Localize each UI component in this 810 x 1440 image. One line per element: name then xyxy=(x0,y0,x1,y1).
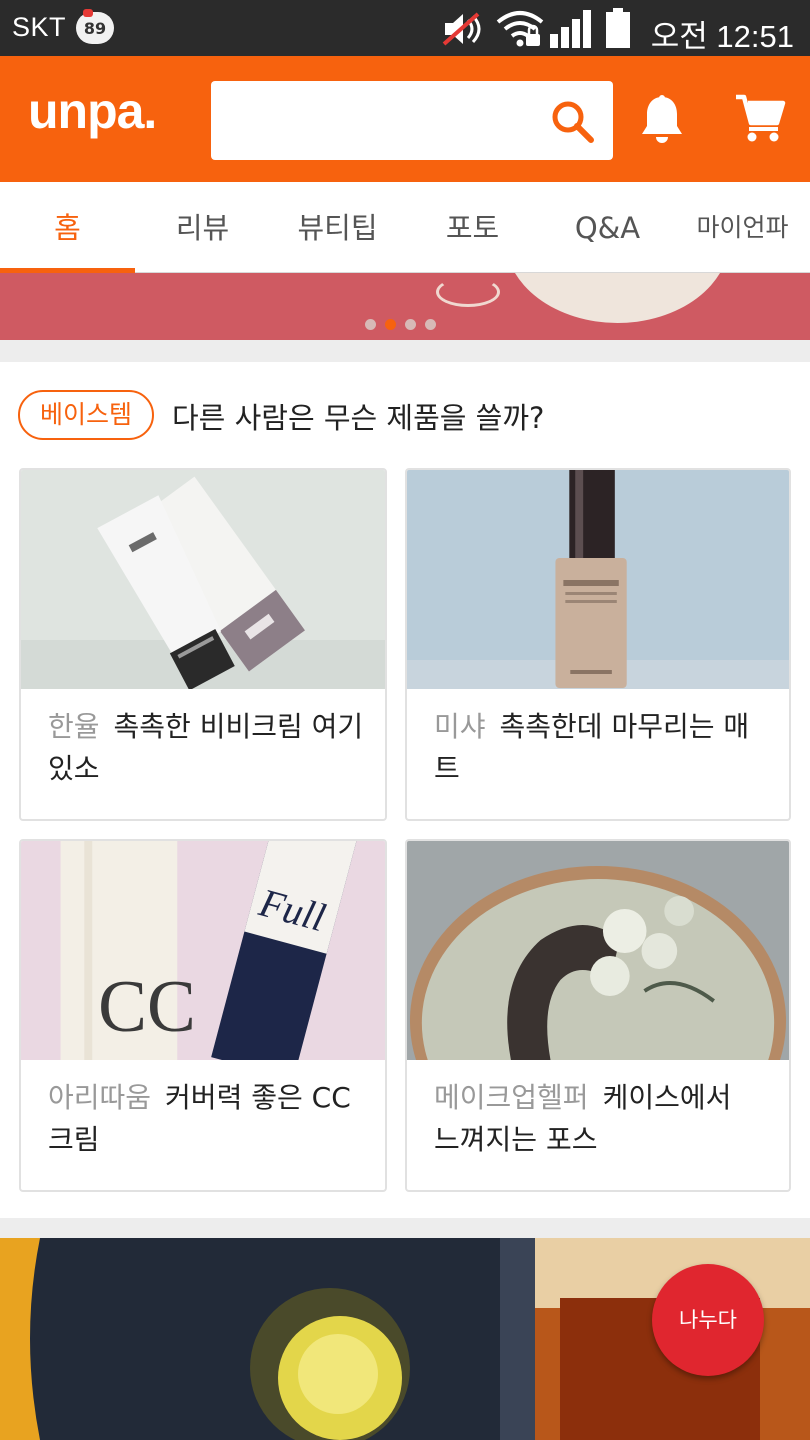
search-input[interactable] xyxy=(225,97,535,143)
cushion-compact-photo xyxy=(407,841,789,1060)
tab-home[interactable]: 홈 xyxy=(0,182,135,272)
unpa-logo[interactable]: unpa. xyxy=(28,82,157,140)
card-brand: 한율 xyxy=(48,710,100,743)
foundation-bottle-photo xyxy=(407,470,789,689)
tab-beauty-tip[interactable]: 뷰티팁 xyxy=(270,182,405,272)
app-header: unpa. xyxy=(0,56,810,182)
search-bar[interactable] xyxy=(211,81,613,160)
carousel-dot[interactable] xyxy=(365,319,376,330)
card-caption: 메이크업헬퍼 케이스에서 느껴지는 포스 xyxy=(434,1077,754,1161)
tab-photo[interactable]: 포토 xyxy=(405,182,540,272)
notification-badge: 89 xyxy=(76,12,114,44)
banner-carousel[interactable] xyxy=(0,273,810,340)
product-card[interactable]: 미샤 촉촉한데 마무리는 매트 xyxy=(405,468,791,821)
tab-review[interactable]: 리뷰 xyxy=(135,182,270,272)
category-tag[interactable]: 베이스템 xyxy=(18,390,154,440)
banner-doodle xyxy=(436,277,500,307)
tab-bar: 홈 리뷰 뷰티팁 포토 Q&A 마이언파 xyxy=(0,182,810,273)
card-brand: 아리따움 xyxy=(48,1081,152,1114)
cart-icon[interactable] xyxy=(734,93,786,145)
product-card[interactable]: 한율 촉촉한 비비크림 여기있소 xyxy=(19,468,387,821)
mute-icon xyxy=(442,12,481,46)
battery-icon xyxy=(606,8,630,48)
product-card[interactable]: CC Full 아리따움 커버력 좋은 CC크림 xyxy=(19,839,387,1192)
carousel-dots xyxy=(365,319,445,331)
bb-cream-tube-photo xyxy=(21,470,385,689)
carousel-dot[interactable] xyxy=(405,319,416,330)
tab-my-unpa[interactable]: 마이언파 xyxy=(675,182,810,272)
clock: 오전 12:51 xyxy=(650,19,794,54)
carousel-dot-active[interactable] xyxy=(385,319,396,330)
section-divider xyxy=(0,340,810,362)
svg-text:CC: CC xyxy=(98,965,196,1047)
section-divider xyxy=(0,1218,810,1238)
share-button[interactable]: 나누다 xyxy=(652,1264,764,1376)
status-icons xyxy=(442,8,630,48)
wifi-icon xyxy=(496,11,544,47)
card-caption: 한율 촉촉한 비비크림 여기있소 xyxy=(48,706,368,790)
section-title: 다른 사람은 무슨 제품을 쓸까? xyxy=(172,401,545,435)
bell-icon[interactable] xyxy=(638,93,686,147)
bow-icon xyxy=(83,9,93,17)
card-brand: 미샤 xyxy=(434,710,486,743)
cc-cream-tubes-photo: CC Full xyxy=(21,841,385,1060)
base-item-section: 베이스템 다른 사람은 무슨 제품을 쓸까? 한율촉촉한 비비크림 여기있소 xyxy=(0,362,810,1218)
card-caption: 미샤 촉촉한데 마무리는 매트 xyxy=(434,706,754,790)
card-brand: 메이크업헬퍼 xyxy=(434,1081,589,1114)
signal-icon xyxy=(550,10,591,48)
product-card[interactable]: 메이크업헬퍼 케이스에서 느껴지는 포스 xyxy=(405,839,791,1192)
carrier-label: SKT xyxy=(12,12,67,42)
banner-image xyxy=(505,273,730,323)
search-icon[interactable] xyxy=(549,98,595,144)
status-bar: SKT 89 오전 12:51 xyxy=(0,0,810,56)
card-caption: 아리따움 커버력 좋은 CC크림 xyxy=(48,1077,368,1161)
tab-qna[interactable]: Q&A xyxy=(540,182,675,272)
carousel-dot[interactable] xyxy=(425,319,436,330)
